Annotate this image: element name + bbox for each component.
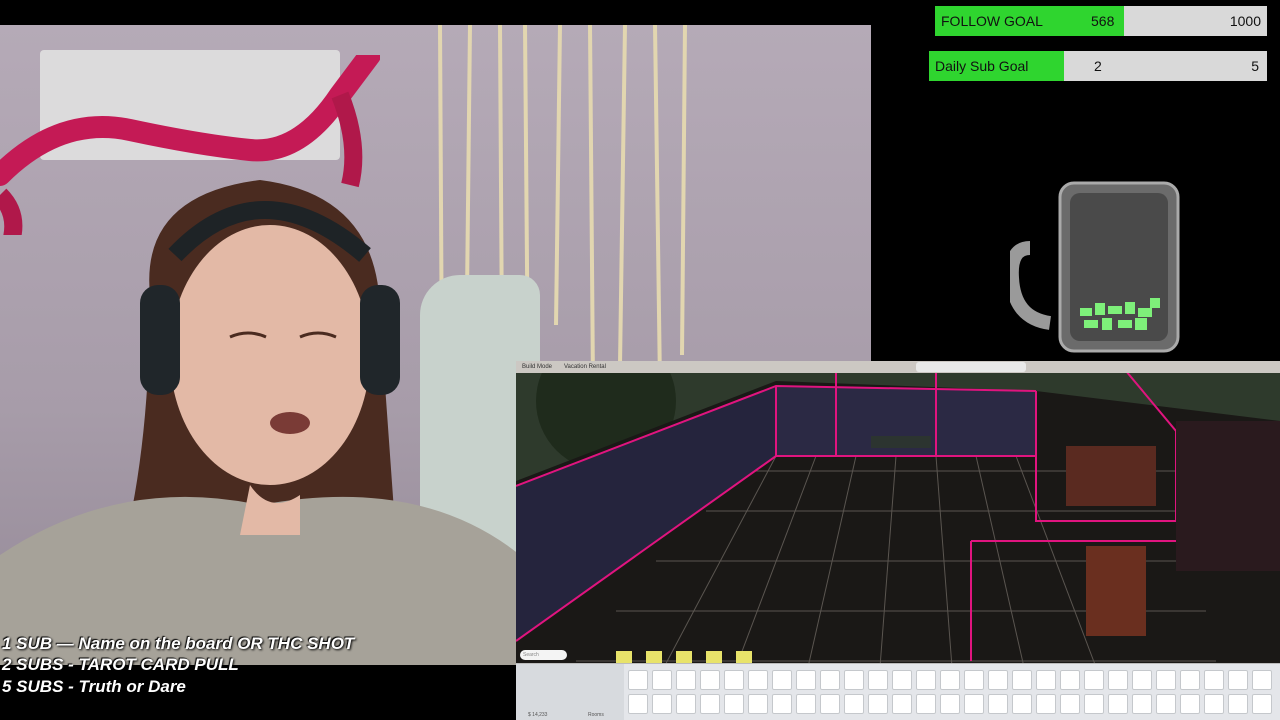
catalog-search-input[interactable]: Search (520, 650, 567, 660)
sub-reward-1: 1 SUB — Name on the board OR THC SHOT (2, 634, 355, 653)
game-capture: Build Mode Vacation Rental Search $ 14,2… (516, 361, 1280, 720)
catalog-item[interactable] (1060, 670, 1080, 690)
catalog-item[interactable] (892, 670, 912, 690)
catalog-item[interactable] (1108, 694, 1128, 714)
catalog-item[interactable] (796, 670, 816, 690)
catalog-item[interactable] (1228, 670, 1248, 690)
catalog-item[interactable] (676, 670, 696, 690)
catalog-item[interactable] (676, 694, 696, 714)
catalog-filter-label[interactable]: Rooms (588, 712, 604, 718)
follow-goal-current: 568 (1091, 13, 1115, 29)
catalog-item[interactable] (1252, 694, 1272, 714)
catalog-item[interactable] (1036, 694, 1056, 714)
catalog-item[interactable] (844, 670, 864, 690)
catalog-item[interactable] (748, 670, 768, 690)
catalog-item[interactable] (892, 694, 912, 714)
catalog-item[interactable] (844, 694, 864, 714)
catalog-item[interactable] (1228, 694, 1248, 714)
catalog-item[interactable] (988, 670, 1008, 690)
catalog-item[interactable] (748, 694, 768, 714)
game-mode-label: Build Mode (522, 364, 553, 370)
household-funds-label: $ 14,233 (528, 712, 548, 718)
catalog-item[interactable] (916, 694, 936, 714)
catalog-item[interactable] (652, 670, 672, 690)
follow-goal-target: 1000 (1229, 13, 1261, 29)
catalog-item[interactable] (1156, 694, 1176, 714)
streamer (0, 180, 520, 665)
beer-mug-icon (1010, 181, 1180, 353)
catalog-item[interactable] (1252, 670, 1272, 690)
sub-reward-3: 5 SUBS - Truth or Dare (2, 677, 186, 696)
daily-sub-goal-label: Daily Sub Goal (935, 58, 1029, 74)
catalog-item[interactable] (1132, 670, 1152, 690)
catalog-item[interactable] (1180, 694, 1200, 714)
follow-goal-bar: FOLLOW GOAL 568 1000 (935, 6, 1267, 36)
catalog-category-panel[interactable]: $ 14,233 Rooms (516, 664, 624, 720)
follow-goal-label: FOLLOW GOAL (941, 13, 1043, 29)
catalog-item[interactable] (1180, 670, 1200, 690)
catalog-item[interactable] (1012, 670, 1032, 690)
catalog-item[interactable] (1084, 670, 1104, 690)
catalog-item[interactable] (916, 670, 936, 690)
catalog-item[interactable] (868, 694, 888, 714)
daily-sub-goal-target: 5 (1251, 58, 1259, 74)
build-catalog-panel: Search $ 14,233 Rooms (516, 650, 1280, 720)
catalog-item[interactable] (820, 694, 840, 714)
daily-sub-goal-current: 2 (1094, 58, 1102, 74)
catalog-item[interactable] (940, 694, 960, 714)
catalog-item[interactable] (700, 670, 720, 690)
catalog-item[interactable] (772, 670, 792, 690)
catalog-item[interactable] (700, 694, 720, 714)
catalog-item[interactable] (1060, 694, 1080, 714)
catalog-item[interactable] (964, 694, 984, 714)
catalog-item[interactable] (1204, 694, 1224, 714)
sub-reward-2: 2 SUBS - TAROT CARD PULL (2, 655, 239, 674)
catalog-item[interactable] (1084, 694, 1104, 714)
lot-name-label[interactable]: Vacation Rental (564, 361, 606, 373)
game-topbar: Build Mode Vacation Rental (516, 361, 1280, 373)
build-toolbar[interactable] (916, 362, 1026, 372)
catalog-item[interactable] (628, 670, 648, 690)
catalog-item[interactable] (868, 670, 888, 690)
catalog-item[interactable] (1156, 670, 1176, 690)
catalog-item[interactable] (1108, 670, 1128, 690)
catalog-item[interactable] (652, 694, 672, 714)
catalog-item[interactable] (772, 694, 792, 714)
catalog-item[interactable] (964, 670, 984, 690)
catalog-item[interactable] (988, 694, 1008, 714)
daily-sub-goal-bar: Daily Sub Goal 2 5 (929, 51, 1267, 81)
catalog-item[interactable] (1204, 670, 1224, 690)
catalog-item[interactable] (940, 670, 960, 690)
catalog-item[interactable] (1012, 694, 1032, 714)
catalog-item[interactable] (724, 694, 744, 714)
catalog-item[interactable] (724, 670, 744, 690)
catalog-item[interactable] (1036, 670, 1056, 690)
catalog-item[interactable] (796, 694, 816, 714)
catalog-item[interactable] (1132, 694, 1152, 714)
catalog-item[interactable] (628, 694, 648, 714)
catalog-item[interactable] (820, 670, 840, 690)
